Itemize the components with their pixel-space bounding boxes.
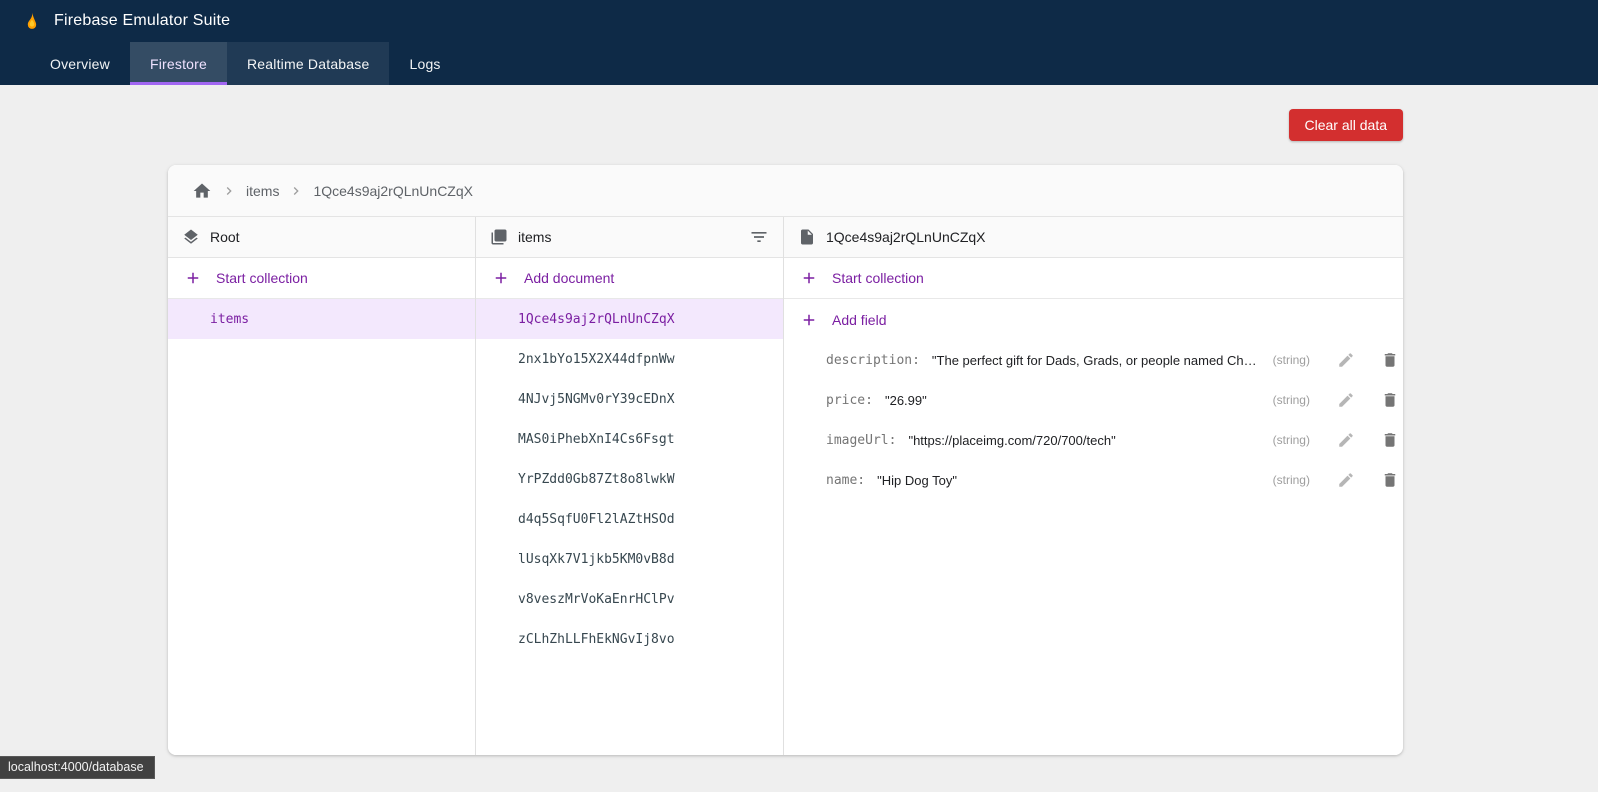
document-list-item[interactable]: v8veszMrVoKaEnrHClPv xyxy=(476,579,783,619)
field-type: (string) xyxy=(1273,393,1310,407)
collection-list-item[interactable]: items xyxy=(168,299,475,339)
collection-panel-title: items xyxy=(518,229,551,245)
main-nav: Overview Firestore Realtime Database Log… xyxy=(0,42,1598,85)
delete-field-button[interactable] xyxy=(1372,426,1403,454)
edit-field-button[interactable] xyxy=(1328,466,1364,494)
tab-firestore[interactable]: Firestore xyxy=(130,42,227,85)
field-value: "Hip Dog Toy" xyxy=(877,473,1257,488)
plus-icon xyxy=(492,269,510,287)
trash-icon xyxy=(1381,351,1399,369)
edit-field-button[interactable] xyxy=(1328,426,1364,454)
firestore-panel: items 1Qce4s9aj2rQLnUnCZqX Root Start co… xyxy=(168,165,1403,755)
tab-overview[interactable]: Overview xyxy=(30,42,130,85)
field-type: (string) xyxy=(1273,433,1310,447)
start-collection-button[interactable]: Start collection xyxy=(784,258,1403,299)
document-list-item[interactable]: zCLhZhLLFhEkNGvIj8vo xyxy=(476,619,783,659)
edit-field-button[interactable] xyxy=(1328,346,1364,374)
root-panel-title: Root xyxy=(210,229,240,245)
home-breadcrumb-button[interactable] xyxy=(192,181,212,201)
field-row: imageUrl: "https://placeimg.com/720/700/… xyxy=(784,420,1403,460)
plus-icon xyxy=(184,269,202,287)
field-key: name: xyxy=(826,473,865,488)
document-list-item[interactable]: YrPZdd0Gb87Zt8o8lwkW xyxy=(476,459,783,499)
field-value: "The perfect gift for Dads, Grads, or pe… xyxy=(932,353,1257,368)
pencil-icon xyxy=(1337,391,1355,409)
trash-icon xyxy=(1381,391,1399,409)
document-column: 1Qce4s9aj2rQLnUnCZqX Start collection Ad… xyxy=(784,217,1403,755)
field-key: description: xyxy=(826,353,920,368)
plus-icon xyxy=(800,311,818,329)
document-panel-title: 1Qce4s9aj2rQLnUnCZqX xyxy=(826,229,986,245)
document-menu-button[interactable] xyxy=(1396,227,1403,247)
filter-list-icon xyxy=(749,227,769,247)
home-icon xyxy=(192,181,212,201)
plus-icon xyxy=(800,269,818,287)
field-key: imageUrl: xyxy=(826,433,896,448)
document-list-item[interactable]: 2nx1bYo15X2X44dfpnWw xyxy=(476,339,783,379)
breadcrumb-collection[interactable]: items xyxy=(246,183,279,199)
root-column-header: Root xyxy=(168,217,475,258)
delete-field-button[interactable] xyxy=(1372,466,1403,494)
field-value: "https://placeimg.com/720/700/tech" xyxy=(908,433,1256,448)
document-list-item[interactable]: d4q5SqfU0Fl2lAZtHSOd xyxy=(476,499,783,539)
field-type: (string) xyxy=(1273,353,1310,367)
document-icon xyxy=(798,228,816,246)
collection-column-header: items xyxy=(476,217,783,258)
document-column-header: 1Qce4s9aj2rQLnUnCZqX xyxy=(784,217,1403,258)
trash-icon xyxy=(1381,471,1399,489)
trash-icon xyxy=(1381,431,1399,449)
app-title: Firebase Emulator Suite xyxy=(54,12,230,30)
delete-field-button[interactable] xyxy=(1372,386,1403,414)
field-value: "26.99" xyxy=(885,393,1257,408)
collection-column: items Add document 1Qce4s9aj2rQLnUnCZqX … xyxy=(476,217,784,755)
tab-logs[interactable]: Logs xyxy=(389,42,460,85)
add-field-button[interactable]: Add field xyxy=(784,299,1403,340)
tab-realtime-database[interactable]: Realtime Database xyxy=(227,42,389,85)
status-bar: localhost:4000/database xyxy=(0,756,155,779)
pencil-icon xyxy=(1337,431,1355,449)
chevron-right-icon xyxy=(221,183,237,199)
root-layers-icon xyxy=(182,228,200,246)
pencil-icon xyxy=(1337,351,1355,369)
page-toolbar: Clear all data xyxy=(0,85,1598,141)
document-list-item[interactable]: MAS0iPhebXnI4Cs6Fsgt xyxy=(476,419,783,459)
filter-documents-button[interactable] xyxy=(749,227,769,247)
panel-columns: Root Start collection items items xyxy=(168,217,1403,755)
field-row: price: "26.99" (string) xyxy=(784,380,1403,420)
document-list-item[interactable]: 1Qce4s9aj2rQLnUnCZqX xyxy=(476,299,783,339)
start-collection-button[interactable]: Start collection xyxy=(168,258,475,299)
field-row: name: "Hip Dog Toy" (string) xyxy=(784,460,1403,500)
document-list-item[interactable]: lUsqXk7V1jkb5KM0vB8d xyxy=(476,539,783,579)
delete-field-button[interactable] xyxy=(1372,346,1403,374)
field-row: description: "The perfect gift for Dads,… xyxy=(784,340,1403,380)
pencil-icon xyxy=(1337,471,1355,489)
brand: Firebase Emulator Suite xyxy=(0,0,1598,42)
breadcrumb-document: 1Qce4s9aj2rQLnUnCZqX xyxy=(313,183,473,199)
chevron-right-icon xyxy=(288,183,304,199)
app-header: Firebase Emulator Suite Overview Firesto… xyxy=(0,0,1598,85)
firebase-logo-icon xyxy=(22,10,42,32)
edit-field-button[interactable] xyxy=(1328,386,1364,414)
kebab-menu-icon xyxy=(1396,227,1403,247)
document-list-item[interactable]: 4NJvj5NGMv0rY39cEDnX xyxy=(476,379,783,419)
field-key: price: xyxy=(826,393,873,408)
clear-all-data-button[interactable]: Clear all data xyxy=(1289,109,1404,141)
collection-icon xyxy=(490,228,508,246)
breadcrumb: items 1Qce4s9aj2rQLnUnCZqX xyxy=(168,165,1403,217)
add-document-button[interactable]: Add document xyxy=(476,258,783,299)
root-column: Root Start collection items xyxy=(168,217,476,755)
field-type: (string) xyxy=(1273,473,1310,487)
